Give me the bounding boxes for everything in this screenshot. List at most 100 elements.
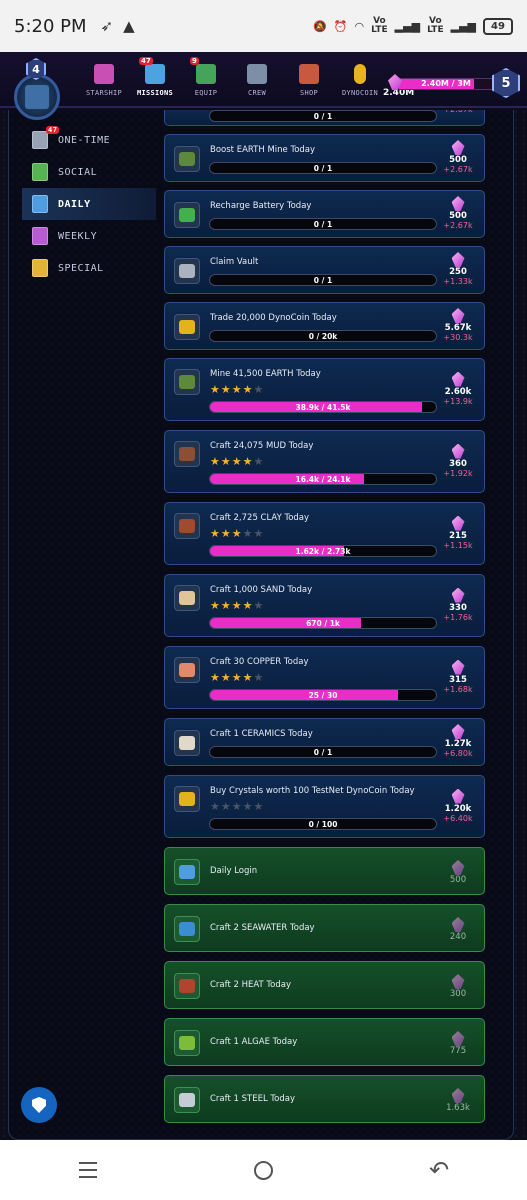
- crystal-icon: [451, 371, 465, 387]
- mission-card[interactable]: Craft 2,725 CLAY Today ★★★★★ 1.62k / 2.73k…: [164, 502, 485, 565]
- reward-crystals: 360: [449, 458, 467, 469]
- nav-equip[interactable]: 9 EQUIP: [180, 52, 232, 108]
- nav-shop[interactable]: SHOP: [283, 52, 335, 108]
- completed-mission-card[interactable]: Craft 2 HEAT Today 300: [164, 961, 485, 1009]
- mission-icon: [174, 730, 200, 756]
- rank-badge[interactable]: 5: [492, 68, 520, 98]
- mission-reward: 500 +2.67k: [438, 140, 478, 175]
- mission-list: 0 / 1 +2.67k Boost EARTH Mine Today 0 / 1 50…: [164, 110, 485, 1140]
- mission-icon: [174, 859, 200, 885]
- mission-card[interactable]: Craft 30 COPPER Today ★★★★★ 25 / 30 315 +1.6…: [164, 646, 485, 709]
- mission-icon: [174, 1030, 200, 1056]
- home-button[interactable]: [243, 1150, 283, 1190]
- android-nav-bar: ↶: [0, 1140, 527, 1200]
- mission-icon: [174, 513, 200, 539]
- reward-crystals: 330: [449, 602, 467, 613]
- mission-card[interactable]: Craft 1,000 SAND Today ★★★★★ 670 / 1k 330 +1…: [164, 574, 485, 637]
- mission-title: Craft 30 COPPER Today: [210, 657, 309, 667]
- nav-starship[interactable]: STARSHIP: [78, 52, 130, 108]
- reward-xp: +1.33k: [443, 277, 473, 286]
- reward-crystals: 1.63k: [446, 1103, 470, 1113]
- sidebar-item-special[interactable]: SPECIAL: [22, 252, 156, 284]
- avatar[interactable]: [14, 74, 60, 120]
- mission-stars: ★★★★★: [210, 599, 265, 612]
- completed-mission-card[interactable]: Craft 1 STEEL Today 1.63k: [164, 1075, 485, 1123]
- dynocoin-icon: [354, 64, 366, 84]
- mission-progress-text: 0 / 1: [313, 276, 333, 285]
- mission-card[interactable]: Claim Vault 0 / 1 250 +1.33k: [164, 246, 485, 294]
- mission-title: Craft 2,725 CLAY Today: [210, 513, 310, 523]
- nav-crew[interactable]: CREW: [231, 52, 283, 108]
- mission-reward: 1.63k: [438, 1088, 478, 1113]
- mission-reward: 315 +1.68k: [438, 659, 478, 695]
- mission-card[interactable]: Recharge Battery Today 0 / 1 500 +2.67k: [164, 190, 485, 238]
- reward-crystals: 240: [449, 932, 467, 942]
- crystal-icon: [451, 515, 465, 531]
- nav-equip-label: EQUIP: [194, 89, 218, 97]
- crystal-icon: [451, 860, 465, 875]
- mission-icon: [174, 973, 200, 999]
- sidebar-item-label: ONE-TIME: [58, 134, 111, 146]
- signal-icon: ▂▄▆: [394, 19, 421, 33]
- crystal-icon: [451, 1031, 465, 1046]
- mission-title: Daily Login: [210, 866, 258, 876]
- mission-reward: 240: [438, 917, 478, 942]
- mission-title: Craft 1,000 SAND Today: [210, 585, 313, 595]
- mission-progress-bar: 0 / 100: [209, 818, 437, 830]
- mission-title: Craft 1 CERAMICS Today: [210, 729, 313, 739]
- crystal-icon: [451, 308, 465, 323]
- mission-icon: [174, 314, 200, 340]
- recents-button[interactable]: [68, 1150, 108, 1190]
- sidebar-item-daily[interactable]: DAILY: [22, 188, 156, 220]
- sidebar-item-weekly[interactable]: WEEKLY: [22, 220, 156, 252]
- sidebar-item-one-time[interactable]: 47 ONE-TIME: [22, 124, 156, 156]
- crystal-progress-bar: 2.40M / 3M: [398, 78, 494, 90]
- completed-mission-card[interactable]: Craft 2 SEAWATER Today 240: [164, 904, 485, 952]
- back-button[interactable]: ↶: [419, 1150, 459, 1190]
- mission-reward: 300: [438, 974, 478, 999]
- mission-item-icon: [179, 208, 195, 222]
- mission-stars: ★★★★★: [210, 671, 265, 684]
- mission-icon: [174, 786, 200, 812]
- nav-missions[interactable]: 47 MISSIONS: [129, 52, 181, 108]
- mission-item-icon: [179, 979, 195, 993]
- sidebar-item-social[interactable]: SOCIAL: [22, 156, 156, 188]
- mission-card[interactable]: Craft 24,075 MUD Today ★★★★★ 16.4k / 24.1k…: [164, 430, 485, 493]
- starship-icon: [94, 64, 114, 84]
- mission-item-icon: [179, 519, 195, 533]
- reward-crystals: 315: [449, 674, 467, 685]
- mission-item-icon: [179, 1093, 195, 1107]
- mission-icon: [174, 585, 200, 611]
- crystal-icon: [451, 196, 465, 211]
- wifi-icon: ◠: [354, 19, 365, 33]
- nav-dynocoin[interactable]: DYNOCOIN: [334, 52, 386, 108]
- mission-card[interactable]: Craft 1 CERAMICS Today 0 / 1 1.27k +6.80k: [164, 718, 485, 766]
- mission-progress-bar: 38.9k / 41.5k: [209, 401, 437, 413]
- mission-card[interactable]: Buy Crystals worth 100 TestNet DynoCoin …: [164, 775, 485, 838]
- mission-reward: 360 +1.92k: [438, 443, 478, 479]
- daily-icon: [32, 195, 48, 213]
- mission-reward: 1.20k +6.40k: [438, 788, 478, 824]
- mission-icon: [174, 202, 200, 228]
- mission-card[interactable]: Boost EARTH Mine Today 0 / 1 500 +2.67k: [164, 134, 485, 182]
- mute-icon: 🔕: [313, 19, 327, 33]
- completed-mission-card[interactable]: Daily Login 500: [164, 847, 485, 895]
- mission-item-icon: [179, 447, 195, 461]
- mission-progress-text: 0 / 20k: [308, 332, 338, 341]
- reward-xp: +2.67k: [443, 221, 473, 230]
- status-time: 5:20 PM: [14, 15, 87, 37]
- mission-card[interactable]: Mine 41,500 EARTH Today ★★★★★ 38.9k / 41.5…: [164, 358, 485, 421]
- mission-card[interactable]: Trade 20,000 DynoCoin Today 0 / 20k 5.67k +…: [164, 302, 485, 350]
- battery-icon: 49: [483, 17, 513, 35]
- mission-card[interactable]: 0 / 1 +2.67k: [164, 110, 485, 126]
- warning-icon: ▲: [123, 17, 135, 35]
- sidebar-item-label: SOCIAL: [58, 166, 98, 178]
- mission-progress-text: 0 / 1: [313, 164, 333, 173]
- status-bar: 5:20 PM ➶ ▲ 🔕 ⏰ ◠ Vo LTE ▂▄▆ Vo LTE ▂▄▆ 49: [0, 0, 527, 52]
- reward-xp: +6.80k: [443, 749, 473, 758]
- missions-badge: 47: [139, 57, 153, 65]
- mission-progress-bar: 0 / 1: [209, 162, 437, 174]
- security-button[interactable]: [21, 1087, 57, 1123]
- home-icon: [253, 1160, 273, 1180]
- completed-mission-card[interactable]: Craft 1 ALGAE Today 775: [164, 1018, 485, 1066]
